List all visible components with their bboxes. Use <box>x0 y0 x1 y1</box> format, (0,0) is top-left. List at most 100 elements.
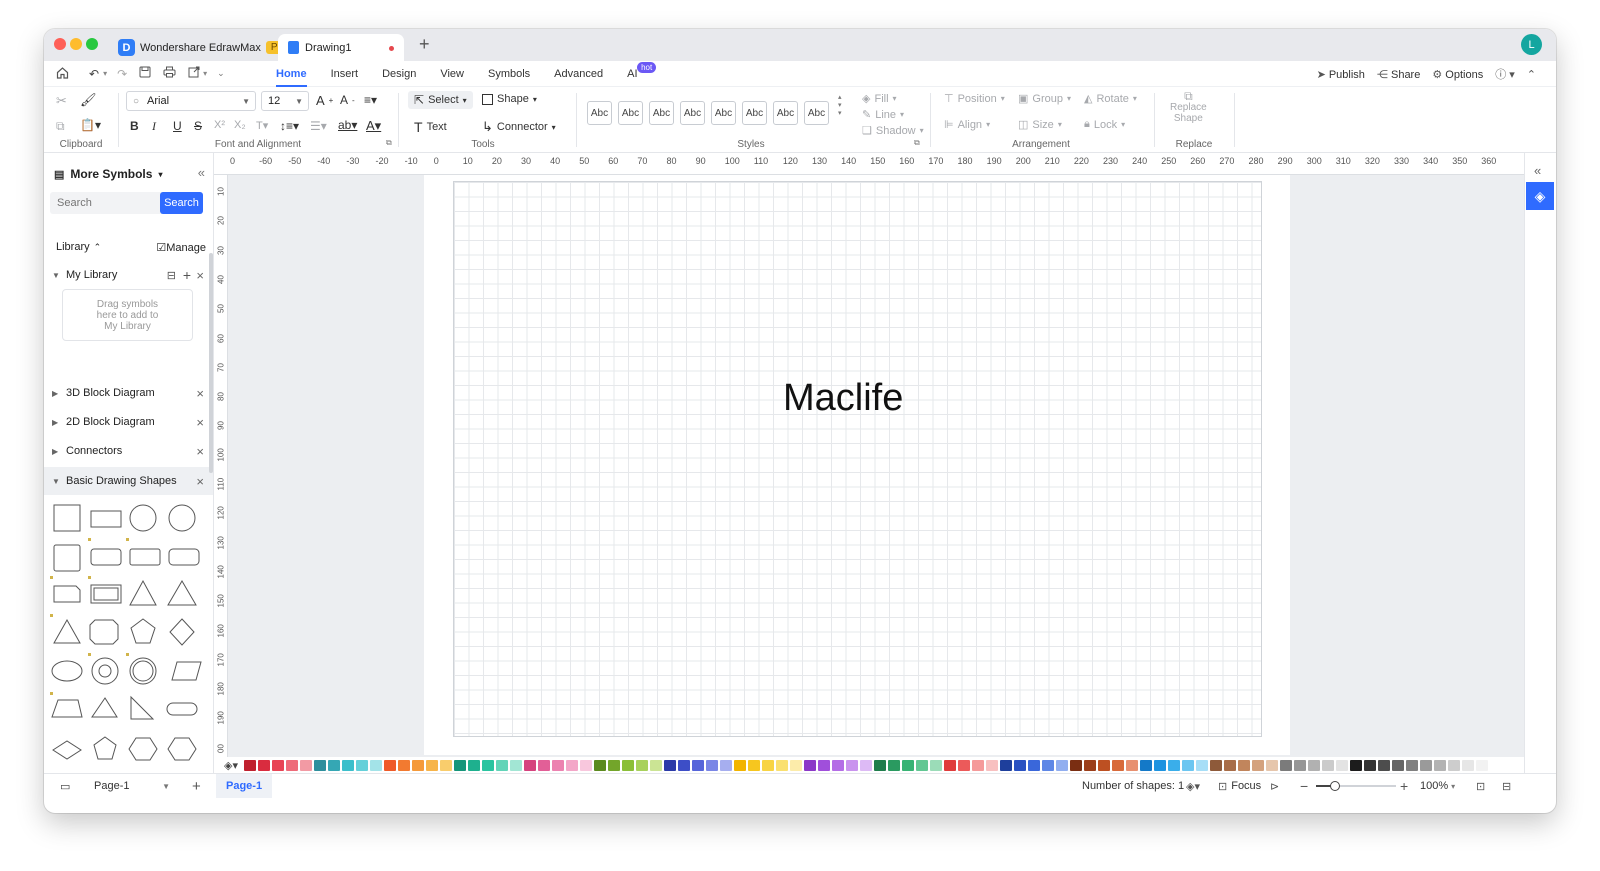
color-swatch[interactable] <box>1321 759 1334 771</box>
color-swatch[interactable] <box>677 759 690 771</box>
fill-color-icon[interactable]: ◈▾ <box>224 759 238 772</box>
line-button[interactable]: ✎ Line ▾ <box>862 108 904 122</box>
panel-scrollbar[interactable] <box>209 253 213 473</box>
color-swatch[interactable] <box>1349 759 1362 771</box>
color-swatch[interactable] <box>859 759 872 771</box>
color-swatch[interactable] <box>1223 759 1236 771</box>
style-preset-7[interactable]: Abc <box>773 101 798 125</box>
color-swatch[interactable] <box>411 759 424 771</box>
play-icon[interactable]: ⊳ <box>1270 774 1279 798</box>
color-swatch[interactable] <box>1041 759 1054 771</box>
style-preset-1[interactable]: Abc <box>587 101 612 125</box>
drawing-page[interactable]: Maclife <box>424 175 1290 755</box>
color-swatch[interactable] <box>495 759 508 771</box>
minimize-window-button[interactable] <box>70 38 82 50</box>
close-icon[interactable]: × <box>196 444 204 459</box>
print-icon[interactable] <box>163 66 176 81</box>
zoom-level-select[interactable]: 100% ▾ <box>1420 774 1455 798</box>
text-case-icon[interactable]: T▾ <box>256 119 268 132</box>
import-icon[interactable]: ⊟ <box>167 269 176 282</box>
close-window-button[interactable] <box>54 38 66 50</box>
color-swatch[interactable] <box>957 759 970 771</box>
select-tool-button[interactable]: ⇱ Select ▾ <box>408 91 473 109</box>
save-icon[interactable] <box>139 66 151 81</box>
options-button[interactable]: ⚙ Options <box>1432 68 1483 81</box>
page-layout-icon[interactable]: ▭ <box>60 774 70 798</box>
align-button[interactable]: ⊫ Align ▾ <box>944 118 990 132</box>
expand-panel-icon[interactable]: « <box>1534 163 1541 178</box>
color-swatch[interactable] <box>635 759 648 771</box>
format-panel-button[interactable]: ◈ <box>1526 182 1554 210</box>
fullscreen-icon[interactable]: ⊟ <box>1502 774 1511 798</box>
color-swatch[interactable] <box>985 759 998 771</box>
bullet-list-icon[interactable]: ☰▾ <box>310 119 327 133</box>
basic-shapes-grid[interactable] <box>50 475 210 773</box>
color-swatch[interactable] <box>1083 759 1096 771</box>
text-tool-button[interactable]: T Text <box>414 119 447 135</box>
library-3d-block-diagram[interactable]: ▶ 3D Block Diagram × <box>44 381 213 405</box>
library-label[interactable]: Library <box>56 241 90 253</box>
color-swatch[interactable] <box>775 759 788 771</box>
color-swatch[interactable] <box>397 759 410 771</box>
more-symbols-button[interactable]: ▤ More Symbols ▾ <box>54 167 162 181</box>
close-icon[interactable]: × <box>196 415 204 430</box>
color-swatch[interactable] <box>1097 759 1110 771</box>
color-swatch[interactable] <box>1013 759 1026 771</box>
size-button[interactable]: ◫ Size ▾ <box>1018 118 1062 132</box>
color-swatch[interactable] <box>705 759 718 771</box>
color-swatch[interactable] <box>299 759 312 771</box>
color-swatch[interactable] <box>509 759 522 771</box>
italic-icon[interactable]: I <box>152 119 156 134</box>
customize-quick-access-icon[interactable]: ⌄ <box>217 68 225 79</box>
undo-dropdown-icon[interactable]: ▾ <box>103 69 107 78</box>
color-swatch[interactable] <box>369 759 382 771</box>
bold-icon[interactable]: B <box>130 119 139 133</box>
fit-page-icon[interactable]: ⊡ <box>1476 774 1485 798</box>
color-swatch[interactable] <box>1027 759 1040 771</box>
my-library-row[interactable]: ▼ My Library ⊟ + × <box>44 263 213 287</box>
font-color-icon[interactable]: A▾ <box>366 118 381 134</box>
decrease-font-icon[interactable]: A- <box>340 93 355 107</box>
align-icon[interactable]: ≡▾ <box>364 93 377 107</box>
color-swatch[interactable] <box>873 759 886 771</box>
color-swatch[interactable] <box>887 759 900 771</box>
color-swatch[interactable] <box>1377 759 1390 771</box>
color-swatch[interactable] <box>1461 759 1474 771</box>
export-dropdown-icon[interactable]: ▾ <box>203 69 207 78</box>
color-swatch[interactable] <box>691 759 704 771</box>
color-swatch[interactable] <box>481 759 494 771</box>
rotate-button[interactable]: ◭ Rotate ▾ <box>1084 92 1137 106</box>
color-swatch[interactable] <box>607 759 620 771</box>
color-swatch[interactable] <box>999 759 1012 771</box>
color-swatch[interactable] <box>439 759 452 771</box>
close-icon[interactable]: × <box>196 386 204 401</box>
color-swatch[interactable] <box>1335 759 1348 771</box>
style-preset-2[interactable]: Abc <box>618 101 643 125</box>
font-family-select[interactable]: ○ Arial ▼ <box>126 91 256 111</box>
color-swatch[interactable] <box>593 759 606 771</box>
menu-advanced[interactable]: Advanced <box>554 61 603 87</box>
group-button[interactable]: ▣ Group ▾ <box>1018 92 1071 106</box>
zoom-slider[interactable] <box>1316 774 1396 798</box>
lock-button[interactable]: 🔒︎ Lock ▾ <box>1084 118 1125 131</box>
fill-button[interactable]: ◈ Fill ▾ <box>862 92 897 106</box>
add-page-button[interactable]: + <box>192 774 201 798</box>
canvas-text-shape[interactable]: Maclife <box>783 377 903 420</box>
zoom-slider-handle[interactable] <box>1330 781 1340 791</box>
library-connectors[interactable]: ▶ Connectors × <box>44 439 213 463</box>
color-swatch[interactable] <box>1167 759 1180 771</box>
style-preset-5[interactable]: Abc <box>711 101 736 125</box>
tab-home-app[interactable]: D Wondershare EdrawMax Pro <box>110 34 299 61</box>
color-swatch[interactable] <box>649 759 662 771</box>
publish-button[interactable]: ➤ Publish <box>1317 68 1365 81</box>
menu-design[interactable]: Design <box>382 61 416 87</box>
color-swatch[interactable] <box>1307 759 1320 771</box>
color-swatch[interactable] <box>1363 759 1376 771</box>
menu-home[interactable]: Home <box>276 61 307 87</box>
shadow-button[interactable]: ❑ Shadow ▾ <box>862 124 924 138</box>
increase-font-icon[interactable]: A + <box>316 93 333 108</box>
strikethrough-icon[interactable]: S <box>194 119 202 133</box>
copy-icon[interactable]: ⧉ <box>56 119 65 134</box>
color-swatch[interactable] <box>537 759 550 771</box>
color-swatch[interactable] <box>579 759 592 771</box>
